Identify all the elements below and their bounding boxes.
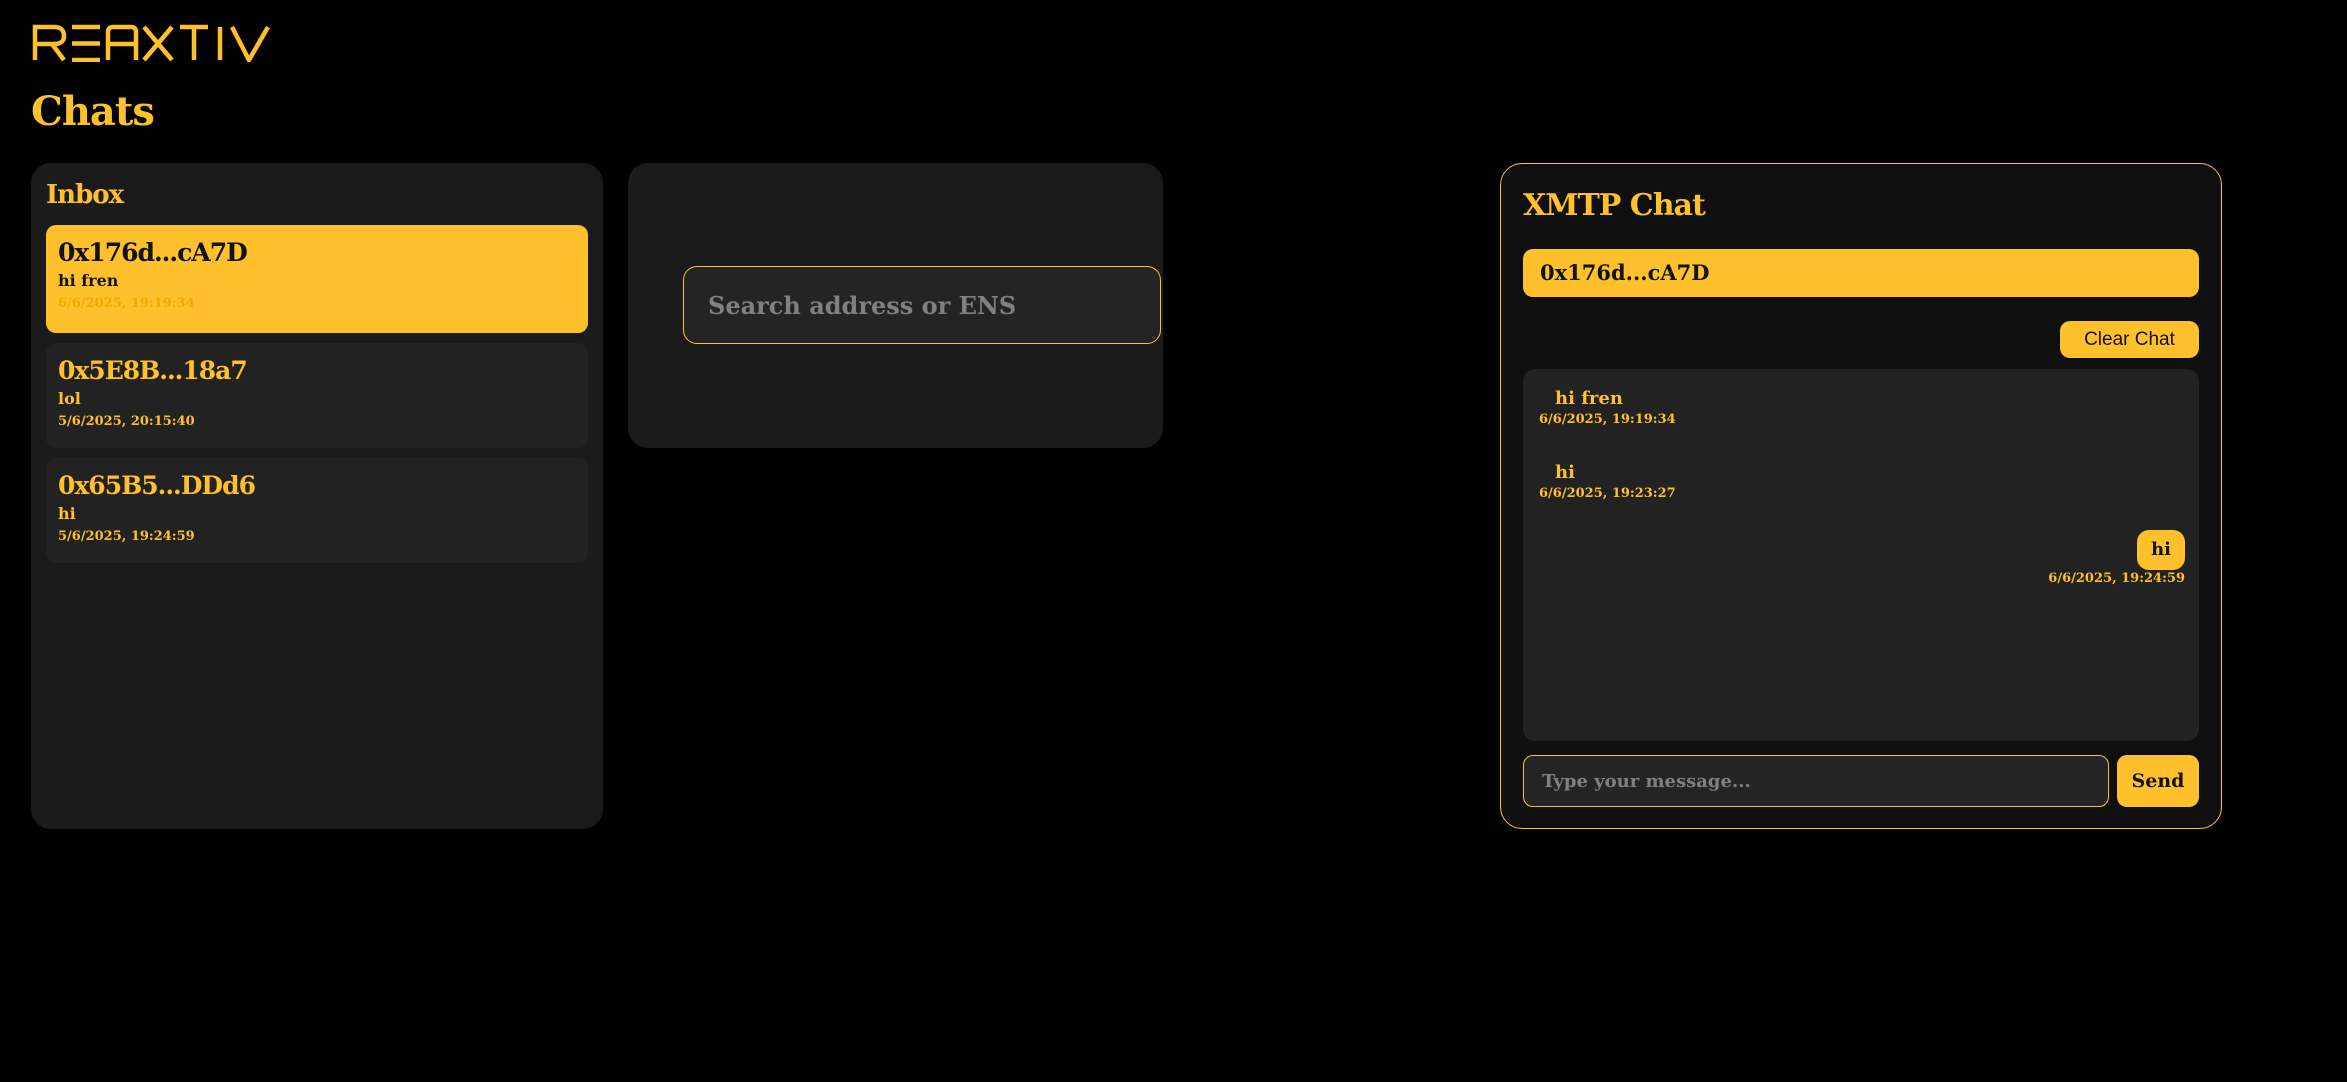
message-timestamp: 6/6/2025, 19:24:59 xyxy=(2048,571,2185,586)
conversation-address: 0x5E8B...18a7 xyxy=(58,356,248,385)
message-timestamp: 6/6/2025, 19:19:34 xyxy=(1539,412,1676,427)
inbox-title: Inbox xyxy=(46,180,124,210)
brand-logo xyxy=(32,24,272,64)
page-title: Chats xyxy=(31,88,155,135)
conversation-preview: hi xyxy=(58,504,76,523)
message-text: hi fren xyxy=(1555,388,1623,409)
conversation-item[interactable]: 0x176d...cA7D hi fren 6/6/2025, 19:19:34 xyxy=(46,225,588,333)
chat-recipient: 0x176d...cA7D xyxy=(1523,249,2199,297)
message-timestamp: 6/6/2025, 19:23:27 xyxy=(1539,486,1676,501)
search-input[interactable] xyxy=(683,266,1161,344)
conversation-item[interactable]: 0x5E8B...18a7 lol 5/6/2025, 20:15:40 xyxy=(46,343,588,448)
message-text: hi xyxy=(1555,462,1575,483)
message-list[interactable]: hi fren 6/6/2025, 19:19:34 hi 6/6/2025, … xyxy=(1523,369,2199,741)
chat-panel: XMTP Chat 0x176d...cA7D Clear Chat hi fr… xyxy=(1500,163,2222,829)
conversation-preview: hi fren xyxy=(58,271,119,290)
conversation-timestamp: 6/6/2025, 19:19:34 xyxy=(58,296,195,311)
reaxtiv-logo-icon xyxy=(32,24,270,62)
conversation-address: 0x176d...cA7D xyxy=(58,238,248,267)
message-incoming: hi fren 6/6/2025, 19:19:34 xyxy=(1523,387,1676,429)
search-panel xyxy=(628,163,1163,448)
message-incoming: hi 6/6/2025, 19:23:27 xyxy=(1523,461,1676,503)
clear-chat-button[interactable]: Clear Chat xyxy=(2060,321,2199,358)
inbox-panel: Inbox 0x176d...cA7D hi fren 6/6/2025, 19… xyxy=(31,163,603,829)
message-bubble: hi xyxy=(2137,530,2185,570)
conversation-item[interactable]: 0x65B5...DDd6 hi 5/6/2025, 19:24:59 xyxy=(46,458,588,563)
conversation-timestamp: 5/6/2025, 20:15:40 xyxy=(58,414,195,429)
message-input[interactable] xyxy=(1523,755,2109,807)
message-outgoing: hi 6/6/2025, 19:24:59 xyxy=(2048,530,2199,588)
chat-title: XMTP Chat xyxy=(1523,188,1706,223)
conversation-preview: lol xyxy=(58,389,81,408)
conversation-address: 0x65B5...DDd6 xyxy=(58,471,256,500)
conversation-timestamp: 5/6/2025, 19:24:59 xyxy=(58,529,195,544)
send-button[interactable]: Send xyxy=(2117,755,2199,807)
